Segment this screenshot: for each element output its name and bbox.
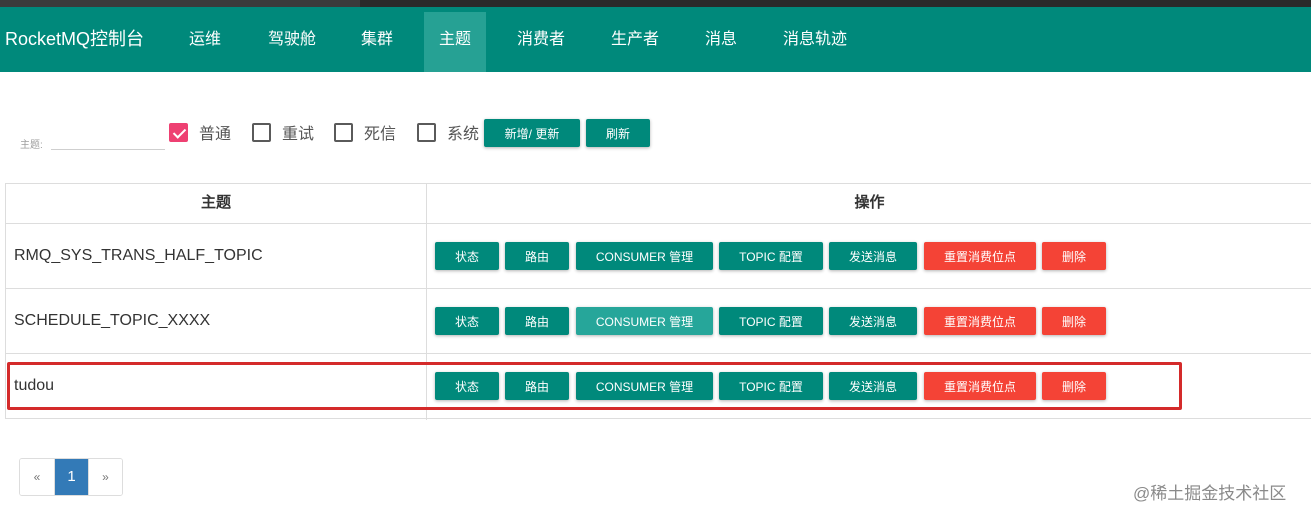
column-header-actions: 操作: [854, 194, 885, 211]
route-button[interactable]: 路由: [505, 242, 569, 270]
brand-title[interactable]: RocketMQ控制台: [5, 7, 144, 72]
topic-config-button[interactable]: TOPIC 配置: [719, 307, 823, 335]
nav-item-cluster[interactable]: 集群: [348, 12, 406, 72]
send-message-button[interactable]: 发送消息: [829, 242, 917, 270]
pagination-prev-button[interactable]: «: [20, 459, 54, 495]
checkbox-checked-icon: [169, 122, 188, 142]
route-button[interactable]: 路由: [505, 372, 569, 400]
checkbox-normal-label: 普通: [199, 126, 232, 143]
nav-item-message-trace[interactable]: 消息轨迹: [770, 12, 860, 72]
send-message-button[interactable]: 发送消息: [829, 307, 917, 335]
checkbox-unchecked-icon: [334, 122, 353, 142]
status-button[interactable]: 状态: [435, 242, 499, 270]
checkbox-retry[interactable]: 重试: [252, 121, 314, 143]
checkbox-normal[interactable]: 普通: [169, 121, 231, 143]
consumer-manage-button[interactable]: CONSUMER 管理: [576, 372, 713, 400]
pagination-next-button[interactable]: »: [88, 459, 122, 495]
status-button[interactable]: 状态: [435, 372, 499, 400]
window-top-strip: [0, 0, 1311, 7]
checkbox-dlq[interactable]: 死信: [334, 121, 396, 143]
checkbox-dlq-label: 死信: [364, 126, 397, 143]
topic-filter-input[interactable]: [51, 128, 165, 150]
topic-name: RMQ_SYS_TRANS_HALF_TOPIC: [14, 247, 263, 264]
reset-offset-button[interactable]: 重置消费位点: [924, 242, 1036, 270]
status-button[interactable]: 状态: [435, 307, 499, 335]
reset-offset-button[interactable]: 重置消费位点: [924, 307, 1036, 335]
pagination: « 1 »: [19, 458, 123, 496]
checkbox-retry-label: 重试: [282, 126, 315, 143]
nav-item-message[interactable]: 消息: [692, 12, 750, 72]
checkbox-system-label: 系统: [447, 126, 480, 143]
nav-item-topic[interactable]: 主题: [424, 12, 486, 72]
refresh-button[interactable]: 刷新: [586, 119, 650, 147]
topic-config-button[interactable]: TOPIC 配置: [719, 372, 823, 400]
table-header: 主题 操作: [6, 184, 1311, 224]
topic-name: SCHEDULE_TOPIC_XXXX: [14, 312, 211, 329]
route-button[interactable]: 路由: [505, 307, 569, 335]
checkbox-system[interactable]: 系统: [417, 121, 479, 143]
navbar: RocketMQ控制台 运维 驾驶舱 集群 主题 消费者 生产者 消息 消息轨迹: [0, 7, 1311, 72]
nav-item-dashboard[interactable]: 驾驶舱: [254, 12, 330, 72]
consumer-manage-button[interactable]: CONSUMER 管理: [576, 242, 713, 270]
window-top-accent: [0, 0, 360, 7]
topic-config-button[interactable]: TOPIC 配置: [719, 242, 823, 270]
delete-button[interactable]: 删除: [1042, 372, 1106, 400]
pagination-page-1[interactable]: 1: [54, 459, 88, 495]
nav-item-producer[interactable]: 生产者: [598, 12, 672, 72]
reset-offset-button[interactable]: 重置消费位点: [924, 372, 1036, 400]
topic-filter-label: 主题:: [20, 140, 43, 151]
add-update-button[interactable]: 新增/ 更新: [484, 119, 580, 147]
delete-button[interactable]: 删除: [1042, 307, 1106, 335]
watermark: @稀土掘金技术社区: [1133, 484, 1287, 503]
checkbox-unchecked-icon: [417, 122, 436, 142]
topic-name: tudou: [14, 377, 55, 394]
delete-button[interactable]: 删除: [1042, 242, 1106, 270]
checkbox-unchecked-icon: [252, 122, 271, 142]
column-header-topic: 主题: [200, 194, 231, 211]
nav-item-consumer[interactable]: 消费者: [504, 12, 578, 72]
consumer-manage-button[interactable]: CONSUMER 管理: [576, 307, 713, 335]
nav-item-ops[interactable]: 运维: [176, 12, 234, 72]
send-message-button[interactable]: 发送消息: [829, 372, 917, 400]
